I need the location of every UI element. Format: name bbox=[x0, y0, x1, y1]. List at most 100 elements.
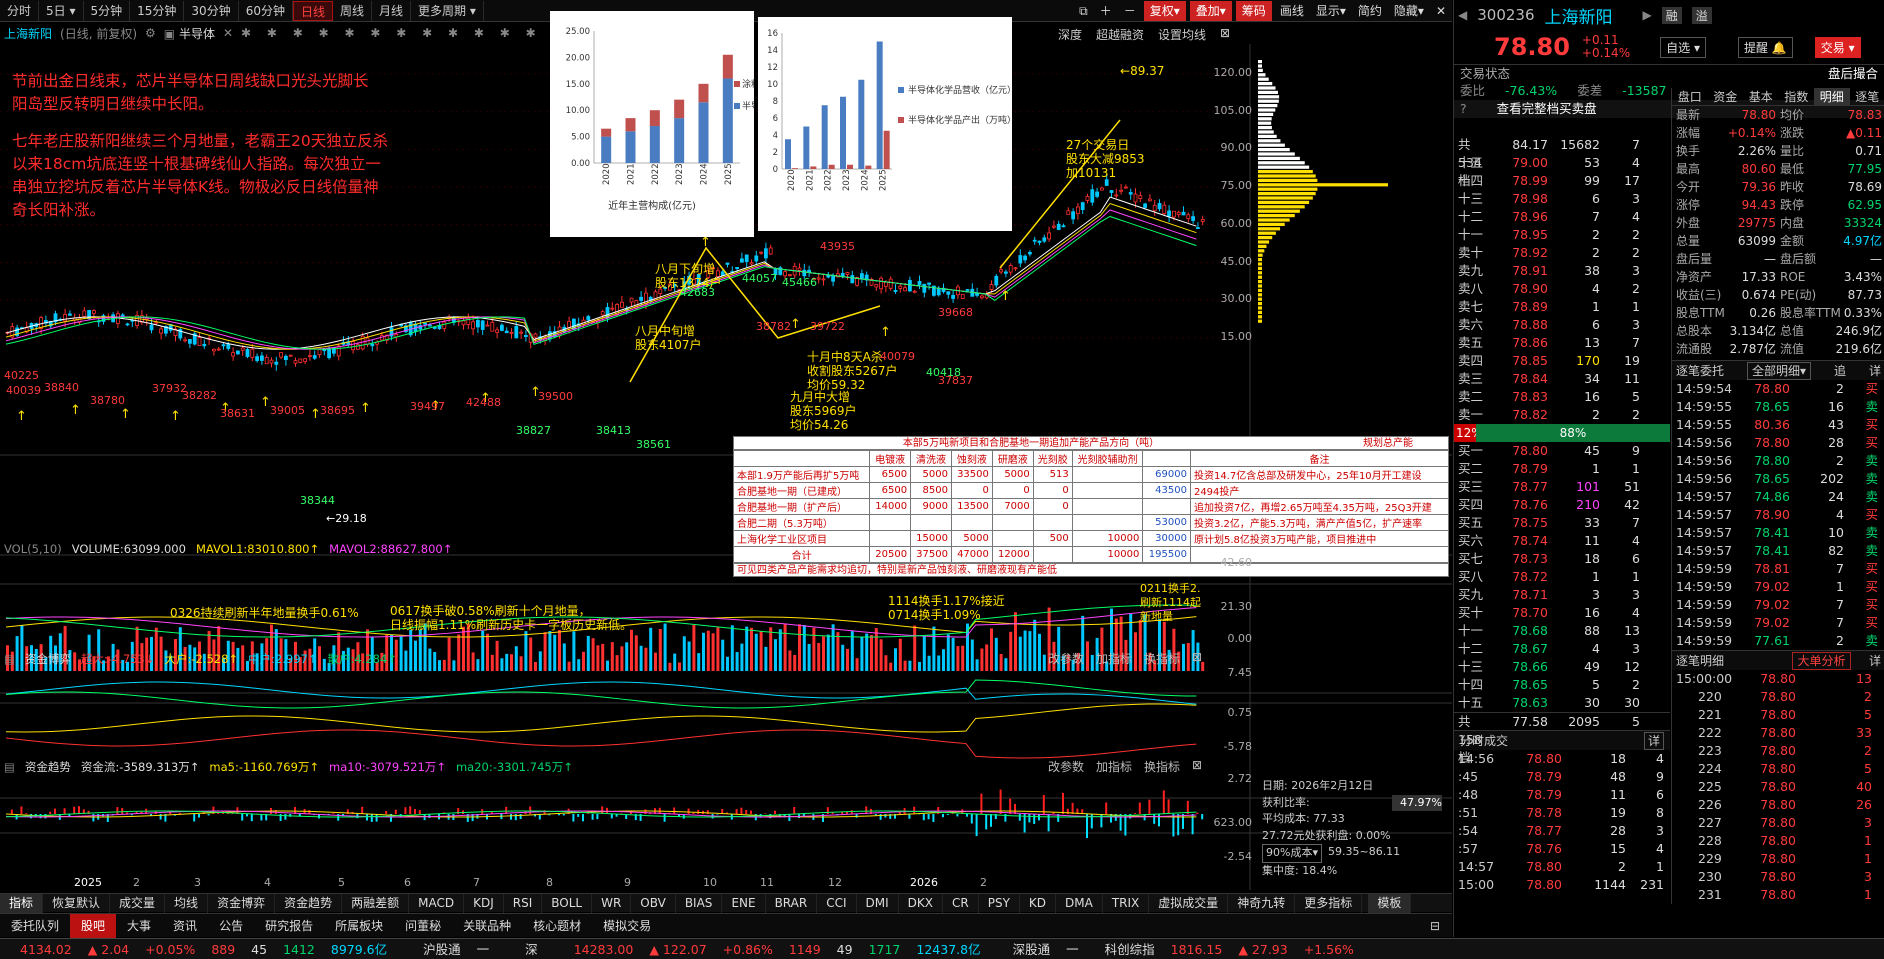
indicator-tab[interactable]: CR bbox=[943, 893, 979, 913]
fund-edit-params[interactable]: 改参数 bbox=[1048, 650, 1084, 667]
stat-tab[interactable]: 明细 bbox=[1814, 88, 1850, 105]
period-30min[interactable]: 30分钟 bbox=[184, 0, 239, 21]
stat-tab[interactable]: 资金 bbox=[1708, 88, 1744, 105]
stat-tab[interactable]: 基本 bbox=[1743, 88, 1779, 105]
info-tab[interactable]: 大事 bbox=[116, 914, 162, 938]
indicator-tab[interactable]: DMA bbox=[1056, 893, 1103, 913]
info-tab[interactable]: 研究报告 bbox=[254, 914, 324, 938]
indicator-tab[interactable]: 模板 bbox=[1368, 893, 1412, 913]
info-tab[interactable]: 问董秘 bbox=[394, 914, 452, 938]
prev-stock-icon[interactable]: ◀ bbox=[1458, 8, 1467, 22]
flow-menu-icon[interactable]: ▤ bbox=[4, 758, 15, 776]
indicator-tab[interactable]: ENE bbox=[722, 893, 766, 913]
orders-filter[interactable]: 全部明细▾ bbox=[1746, 362, 1812, 380]
overlay-button[interactable]: 叠加▾ bbox=[1189, 1, 1232, 21]
flow-close-icon[interactable]: ⊠ bbox=[1192, 758, 1202, 775]
flow-edit-params[interactable]: 改参数 bbox=[1048, 758, 1084, 775]
details-detail-icon[interactable]: 详 bbox=[1869, 651, 1881, 670]
indicator-tab[interactable]: TRIX bbox=[1103, 893, 1150, 913]
info-tab[interactable]: 模拟交易 bbox=[592, 914, 662, 938]
indicator-tab[interactable]: MACD bbox=[409, 893, 465, 913]
indicator-tab[interactable]: BIAS bbox=[676, 893, 723, 913]
remind-button[interactable]: 提醒 🔔 bbox=[1737, 36, 1793, 58]
margin-link[interactable]: 超越融资 bbox=[1096, 26, 1144, 43]
indicator-tab[interactable]: WR bbox=[592, 893, 632, 913]
close-sector-icon[interactable]: ✕ bbox=[223, 26, 233, 40]
flow-indicator-label[interactable]: 资金趋势 bbox=[25, 758, 71, 776]
ticks-detail-button[interactable]: 详 bbox=[1643, 732, 1664, 750]
period-15min[interactable]: 15分钟 bbox=[130, 0, 185, 21]
info-tab[interactable]: 关联品种 bbox=[452, 914, 522, 938]
period-more[interactable]: 更多周期 ▾ bbox=[411, 0, 484, 21]
info-tab[interactable]: 所属板块 bbox=[324, 914, 394, 938]
orders-follow[interactable]: 追 bbox=[1834, 361, 1846, 380]
period-60min[interactable]: 60分钟 bbox=[239, 0, 293, 21]
indicator-tab[interactable]: BOLL bbox=[542, 893, 593, 913]
sector-tag[interactable]: ▣ 半导体 bbox=[164, 25, 215, 42]
volume-indicator-label[interactable]: VOL(5,10) bbox=[4, 540, 62, 558]
fund-menu-icon[interactable]: ▤ bbox=[4, 650, 15, 668]
close-window-icon[interactable]: ✕ bbox=[1430, 1, 1452, 21]
kc-label[interactable]: 科创综指 bbox=[1097, 939, 1163, 959]
set-ma-link[interactable]: 设置均线 bbox=[1158, 26, 1206, 43]
info-tab[interactable]: 股吧 bbox=[70, 913, 117, 938]
indicator-tab[interactable]: KD bbox=[1020, 893, 1057, 913]
draw-button[interactable]: 画线 bbox=[1274, 1, 1310, 21]
indicator-tab[interactable]: OBV bbox=[631, 893, 676, 913]
chips-button[interactable]: 筹码 bbox=[1235, 1, 1272, 21]
indicator-tab[interactable]: DKX bbox=[899, 893, 943, 913]
sz-label[interactable]: 深 bbox=[517, 939, 546, 959]
indicator-tab[interactable]: 恢复默认 bbox=[43, 893, 111, 913]
indicator-tab[interactable]: 更多指标 bbox=[1295, 893, 1363, 913]
fund-change-indicator[interactable]: 换指标 bbox=[1144, 650, 1180, 667]
stat-tab[interactable]: 盘口 bbox=[1672, 88, 1708, 105]
indicator-tab[interactable]: 资金趋势 bbox=[275, 893, 343, 913]
orders-detail-icon[interactable]: 详 bbox=[1869, 361, 1881, 380]
sgt-label[interactable]: 深股通 bbox=[1005, 939, 1059, 959]
stat-tab[interactable]: 指数 bbox=[1779, 88, 1815, 105]
info-tab[interactable]: 公告 bbox=[208, 914, 254, 938]
indicator-tab[interactable]: KDJ bbox=[464, 893, 504, 913]
fund-close-icon[interactable]: ⊠ bbox=[1192, 650, 1202, 667]
display-button[interactable]: 显示▾ bbox=[1310, 1, 1352, 21]
self-select-button[interactable]: 自选 ▾ bbox=[1660, 36, 1706, 58]
hide-button[interactable]: 隐藏▾ bbox=[1388, 1, 1430, 21]
period-weekly[interactable]: 周线 bbox=[333, 0, 373, 21]
info-tab[interactable]: 资讯 bbox=[162, 914, 208, 938]
chart-close-icon[interactable]: ⊠ bbox=[1220, 26, 1230, 43]
simple-button[interactable]: 简约 bbox=[1352, 1, 1388, 21]
period-5day[interactable]: 5日 ▾ bbox=[39, 0, 84, 21]
flow-change-indicator[interactable]: 换指标 bbox=[1144, 758, 1180, 775]
period-monthly[interactable]: 月线 bbox=[372, 0, 412, 21]
indicator-tab[interactable]: 神奇九转 bbox=[1228, 893, 1296, 913]
indicator-tab[interactable]: 虚拟成交量 bbox=[1149, 893, 1229, 913]
adjust-button[interactable]: 复权▾ bbox=[1143, 1, 1186, 21]
minus-icon[interactable]: － bbox=[1118, 1, 1142, 21]
info-tab[interactable]: 核心题材 bbox=[522, 914, 592, 938]
plus-icon[interactable]: ＋ bbox=[1094, 1, 1118, 21]
fullscreen-icon[interactable]: ⧉ bbox=[1073, 1, 1094, 21]
indicator-tab[interactable]: RSI bbox=[504, 893, 543, 913]
period-5min[interactable]: 5分钟 bbox=[84, 0, 131, 21]
big-order-button[interactable]: 大单分析 bbox=[1792, 652, 1851, 670]
indicator-tab[interactable]: PSY bbox=[979, 893, 1020, 913]
indicator-tab[interactable]: 均线 bbox=[165, 893, 209, 913]
indicator-tab[interactable]: 指标 bbox=[0, 893, 44, 913]
period-daily[interactable]: 日线 bbox=[292, 0, 333, 21]
next-stock-icon[interactable]: ▶ bbox=[1643, 8, 1652, 22]
depth-link[interactable]: 深度 bbox=[1058, 26, 1082, 43]
indicator-tab[interactable]: BRAR bbox=[766, 893, 818, 913]
period-fenshi[interactable]: 分时 bbox=[0, 0, 40, 21]
indicator-tab[interactable]: 两融差额 bbox=[342, 893, 410, 913]
panel-toggle-icon[interactable]: ⊟ bbox=[1430, 919, 1452, 933]
indicator-tab[interactable]: CCI bbox=[817, 893, 857, 913]
indicator-tab[interactable]: DMI bbox=[857, 893, 899, 913]
trade-button[interactable]: 交易 ▾ bbox=[1814, 36, 1861, 58]
fund-add-indicator[interactable]: 加指标 bbox=[1096, 650, 1132, 667]
fund-indicator-label[interactable]: 资金博弈 bbox=[25, 650, 71, 668]
info-tab[interactable]: 委托队列 bbox=[0, 914, 70, 938]
flow-add-indicator[interactable]: 加指标 bbox=[1096, 758, 1132, 775]
indicator-tab[interactable]: 成交量 bbox=[110, 893, 166, 913]
indicator-tab[interactable]: 资金博弈 bbox=[208, 893, 276, 913]
stat-tab[interactable]: 逐笔 bbox=[1850, 88, 1884, 105]
